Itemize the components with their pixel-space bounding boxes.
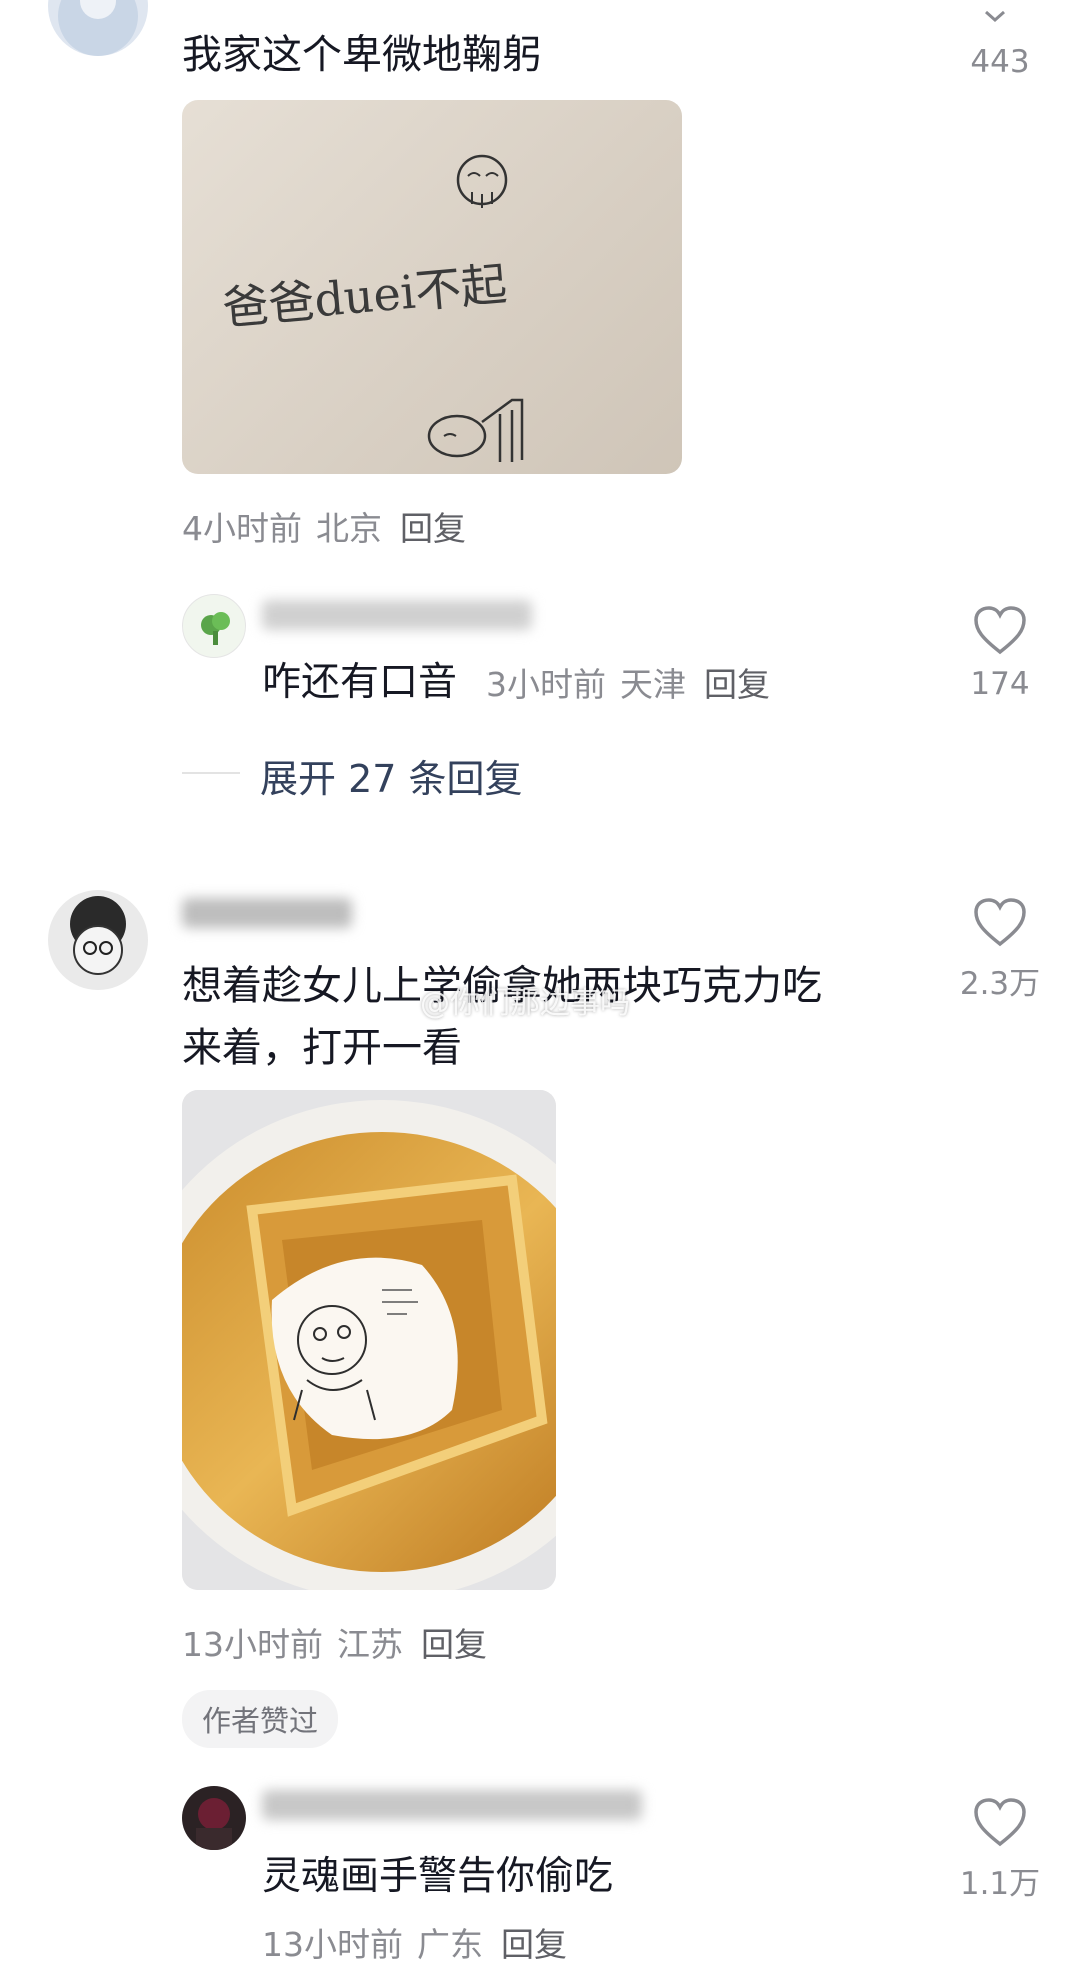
reply-location: 天津 [620, 665, 686, 704]
comment-location: 北京 [316, 509, 382, 548]
comment-avatar[interactable] [48, 0, 148, 56]
reply-button[interactable]: 回复 [421, 1625, 487, 1664]
reply-button[interactable]: 回复 [501, 1925, 567, 1964]
collapse-chevron-icon[interactable] [980, 8, 1010, 26]
comment-meta: 4小时前 北京 回复 [182, 502, 466, 550]
comment-image-chocolate-box[interactable] [182, 1090, 556, 1590]
like-count-top[interactable]: 443 [940, 38, 1060, 80]
reply-like[interactable]: 1.1万 [940, 1796, 1060, 1903]
reply-time: 3小时前 [486, 665, 606, 704]
reply-text: 灵魂画手警告你偷吃 [262, 1854, 614, 1899]
comment-meta: 13小时前 江苏 回复 [182, 1618, 487, 1666]
reply-avatar[interactable] [182, 594, 246, 658]
comment-time: 4小时前 [182, 509, 302, 548]
comment-like[interactable]: 2.3万 [940, 896, 1060, 1003]
comment-time: 13小时前 [182, 1625, 323, 1664]
heart-icon [974, 606, 1026, 655]
comment-image-note[interactable]: 爸爸duei不起 [182, 100, 682, 474]
reply-button[interactable]: 回复 [400, 509, 466, 548]
like-count: 1.1万 [959, 1866, 1041, 1902]
heart-icon [974, 898, 1026, 947]
like-count: 443 [970, 44, 1030, 80]
reply-button[interactable]: 回复 [704, 665, 770, 704]
author-liked-badge: 作者赞过 [182, 1690, 339, 1748]
reply-location: 广东 [417, 1925, 483, 1964]
heart-icon [974, 1798, 1026, 1847]
reply-text: 咋还有口音 [262, 660, 458, 705]
reply-avatar[interactable] [182, 1786, 246, 1850]
comment-avatar[interactable] [48, 890, 148, 990]
reply-meta: 3小时前 天津 回复 [486, 658, 770, 706]
reply-username-blurred [262, 600, 532, 630]
watermark: @你们那边事吗 [420, 986, 630, 1021]
comment-location: 江苏 [337, 1625, 403, 1664]
like-count: 2.3万 [959, 966, 1041, 1002]
reply-time: 13小时前 [262, 1925, 403, 1964]
expand-divider [182, 772, 240, 774]
comment-text: 我家这个卑微地鞠躬 [182, 32, 542, 78]
reply-like[interactable]: 174 [940, 604, 1060, 702]
reply-meta: 13小时前 广东 回复 [262, 1918, 567, 1966]
like-count: 174 [970, 666, 1030, 702]
comment-username-blurred [182, 898, 352, 928]
reply-username-blurred [262, 1790, 642, 1820]
expand-replies-button[interactable]: 展开 27 条回复 [260, 748, 523, 803]
comment-text-line2: 来着，打开一看 [182, 1025, 462, 1071]
